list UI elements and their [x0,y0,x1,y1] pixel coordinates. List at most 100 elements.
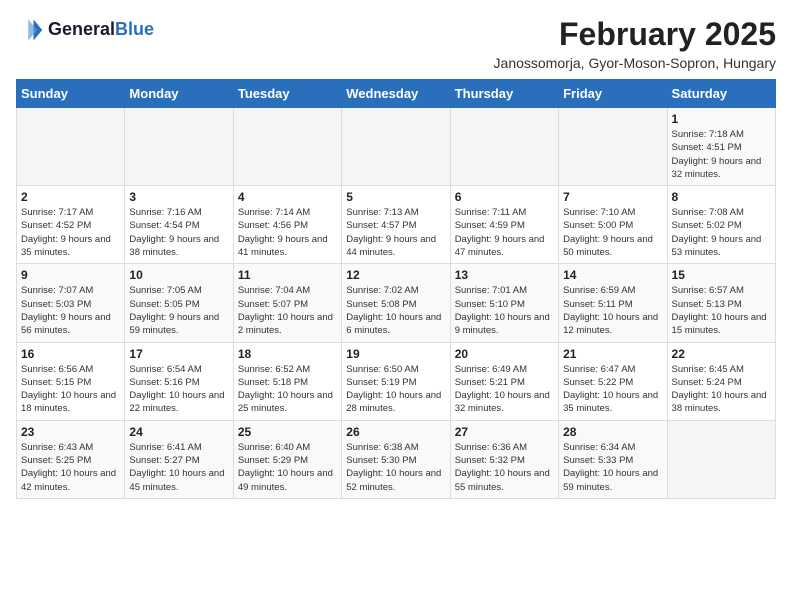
calendar-table: Sunday Monday Tuesday Wednesday Thursday… [16,79,776,499]
col-sunday: Sunday [17,80,125,108]
day-detail: Sunrise: 7:14 AM Sunset: 4:56 PM Dayligh… [238,206,337,259]
day-number: 1 [672,112,771,126]
calendar-week-4: 16 Sunrise: 6:56 AM Sunset: 5:15 PM Dayli… [17,342,776,420]
day-detail: Sunrise: 6:43 AM Sunset: 5:25 PM Dayligh… [21,441,120,494]
calendar-cell: 20 Sunrise: 6:49 AM Sunset: 5:21 PM Dayli… [450,342,558,420]
calendar-cell: 28 Sunrise: 6:34 AM Sunset: 5:33 PM Dayli… [559,420,667,498]
day-number: 24 [129,425,228,439]
calendar-cell: 14Sunrise: 6:59 AM Sunset: 5:11 PM Dayli… [559,264,667,342]
calendar-cell: 8 Sunrise: 7:08 AM Sunset: 5:02 PM Daylig… [667,186,775,264]
calendar-subtitle: Janossomorja, Gyor-Moson-Sopron, Hungary [494,55,776,71]
calendar-cell: 9 Sunrise: 7:07 AM Sunset: 5:03 PM Daylig… [17,264,125,342]
calendar-cell: 21 Sunrise: 6:47 AM Sunset: 5:22 PM Dayli… [559,342,667,420]
logo-icon [16,16,44,44]
day-detail: Sunrise: 6:49 AM Sunset: 5:21 PM Dayligh… [455,363,554,416]
calendar-cell: 26 Sunrise: 6:38 AM Sunset: 5:30 PM Dayli… [342,420,450,498]
day-number: 26 [346,425,445,439]
calendar-cell: 1 Sunrise: 7:18 AM Sunset: 4:51 PM Daylig… [667,108,775,186]
calendar-week-2: 2 Sunrise: 7:17 AM Sunset: 4:52 PM Daylig… [17,186,776,264]
day-detail: Sunrise: 7:11 AM Sunset: 4:59 PM Dayligh… [455,206,554,259]
col-thursday: Thursday [450,80,558,108]
calendar-cell: 4 Sunrise: 7:14 AM Sunset: 4:56 PM Daylig… [233,186,341,264]
day-number: 15 [672,268,771,282]
day-detail: Sunrise: 7:08 AM Sunset: 5:02 PM Dayligh… [672,206,771,259]
day-detail: Sunrise: 6:57 AM Sunset: 5:13 PM Dayligh… [672,284,771,337]
header-row: Sunday Monday Tuesday Wednesday Thursday… [17,80,776,108]
day-number: 27 [455,425,554,439]
day-number: 7 [563,190,662,204]
day-detail: Sunrise: 7:02 AM Sunset: 5:08 PM Dayligh… [346,284,445,337]
day-number: 18 [238,347,337,361]
day-number: 21 [563,347,662,361]
calendar-cell [559,108,667,186]
day-detail: Sunrise: 6:34 AM Sunset: 5:33 PM Dayligh… [563,441,662,494]
calendar-cell: 19 Sunrise: 6:50 AM Sunset: 5:19 PM Dayli… [342,342,450,420]
logo: GeneralBlue [16,16,154,44]
day-number: 4 [238,190,337,204]
day-number: 20 [455,347,554,361]
header: GeneralBlue February 2025 Janossomorja, … [16,16,776,71]
calendar-cell: 15 Sunrise: 6:57 AM Sunset: 5:13 PM Dayli… [667,264,775,342]
title-area: February 2025 Janossomorja, Gyor-Moson-S… [494,16,776,71]
logo-text: GeneralBlue [48,20,154,40]
day-detail: Sunrise: 7:18 AM Sunset: 4:51 PM Dayligh… [672,128,771,181]
day-detail: Sunrise: 6:50 AM Sunset: 5:19 PM Dayligh… [346,363,445,416]
col-saturday: Saturday [667,80,775,108]
col-tuesday: Tuesday [233,80,341,108]
day-number: 19 [346,347,445,361]
day-detail: Sunrise: 6:40 AM Sunset: 5:29 PM Dayligh… [238,441,337,494]
day-detail: Sunrise: 6:36 AM Sunset: 5:32 PM Dayligh… [455,441,554,494]
calendar-week-3: 9 Sunrise: 7:07 AM Sunset: 5:03 PM Daylig… [17,264,776,342]
calendar-cell: 12 Sunrise: 7:02 AM Sunset: 5:08 PM Dayli… [342,264,450,342]
day-number: 22 [672,347,771,361]
calendar-cell [17,108,125,186]
calendar-cell [342,108,450,186]
day-number: 14 [563,268,662,282]
day-detail: Sunrise: 7:04 AM Sunset: 5:07 PM Dayligh… [238,284,337,337]
day-detail: Sunrise: 7:17 AM Sunset: 4:52 PM Dayligh… [21,206,120,259]
day-detail: Sunrise: 7:13 AM Sunset: 4:57 PM Dayligh… [346,206,445,259]
day-detail: Sunrise: 7:01 AM Sunset: 5:10 PM Dayligh… [455,284,554,337]
day-number: 2 [21,190,120,204]
day-detail: Sunrise: 6:56 AM Sunset: 5:15 PM Dayligh… [21,363,120,416]
calendar-cell [233,108,341,186]
calendar-cell: 24Sunrise: 6:41 AM Sunset: 5:27 PM Dayli… [125,420,233,498]
day-number: 25 [238,425,337,439]
day-number: 12 [346,268,445,282]
day-detail: Sunrise: 7:10 AM Sunset: 5:00 PM Dayligh… [563,206,662,259]
calendar-cell: 16 Sunrise: 6:56 AM Sunset: 5:15 PM Dayli… [17,342,125,420]
calendar-cell: 10 Sunrise: 7:05 AM Sunset: 5:05 PM Dayli… [125,264,233,342]
col-friday: Friday [559,80,667,108]
day-detail: Sunrise: 6:47 AM Sunset: 5:22 PM Dayligh… [563,363,662,416]
calendar-cell: 25 Sunrise: 6:40 AM Sunset: 5:29 PM Dayli… [233,420,341,498]
calendar-cell: 18Sunrise: 6:52 AM Sunset: 5:18 PM Dayli… [233,342,341,420]
day-number: 8 [672,190,771,204]
day-number: 9 [21,268,120,282]
calendar-week-1: 1 Sunrise: 7:18 AM Sunset: 4:51 PM Daylig… [17,108,776,186]
day-number: 16 [21,347,120,361]
day-number: 10 [129,268,228,282]
calendar-cell: 13 Sunrise: 7:01 AM Sunset: 5:10 PM Dayli… [450,264,558,342]
calendar-cell: 27 Sunrise: 6:36 AM Sunset: 5:32 PM Dayli… [450,420,558,498]
day-detail: Sunrise: 7:16 AM Sunset: 4:54 PM Dayligh… [129,206,228,259]
day-number: 17 [129,347,228,361]
day-detail: Sunrise: 7:07 AM Sunset: 5:03 PM Dayligh… [21,284,120,337]
day-number: 23 [21,425,120,439]
calendar-week-5: 23 Sunrise: 6:43 AM Sunset: 5:25 PM Dayli… [17,420,776,498]
day-detail: Sunrise: 6:38 AM Sunset: 5:30 PM Dayligh… [346,441,445,494]
day-number: 3 [129,190,228,204]
day-detail: Sunrise: 6:45 AM Sunset: 5:24 PM Dayligh… [672,363,771,416]
day-detail: Sunrise: 7:05 AM Sunset: 5:05 PM Dayligh… [129,284,228,337]
calendar-cell: 2 Sunrise: 7:17 AM Sunset: 4:52 PM Daylig… [17,186,125,264]
day-number: 28 [563,425,662,439]
day-number: 5 [346,190,445,204]
calendar-cell: 6Sunrise: 7:11 AM Sunset: 4:59 PM Daylig… [450,186,558,264]
calendar-cell: 3 Sunrise: 7:16 AM Sunset: 4:54 PM Daylig… [125,186,233,264]
calendar-title: February 2025 [494,16,776,53]
calendar-cell: 23 Sunrise: 6:43 AM Sunset: 5:25 PM Dayli… [17,420,125,498]
day-number: 13 [455,268,554,282]
calendar-cell [125,108,233,186]
calendar-header: Sunday Monday Tuesday Wednesday Thursday… [17,80,776,108]
calendar-cell [450,108,558,186]
calendar-cell: 17Sunrise: 6:54 AM Sunset: 5:16 PM Dayli… [125,342,233,420]
